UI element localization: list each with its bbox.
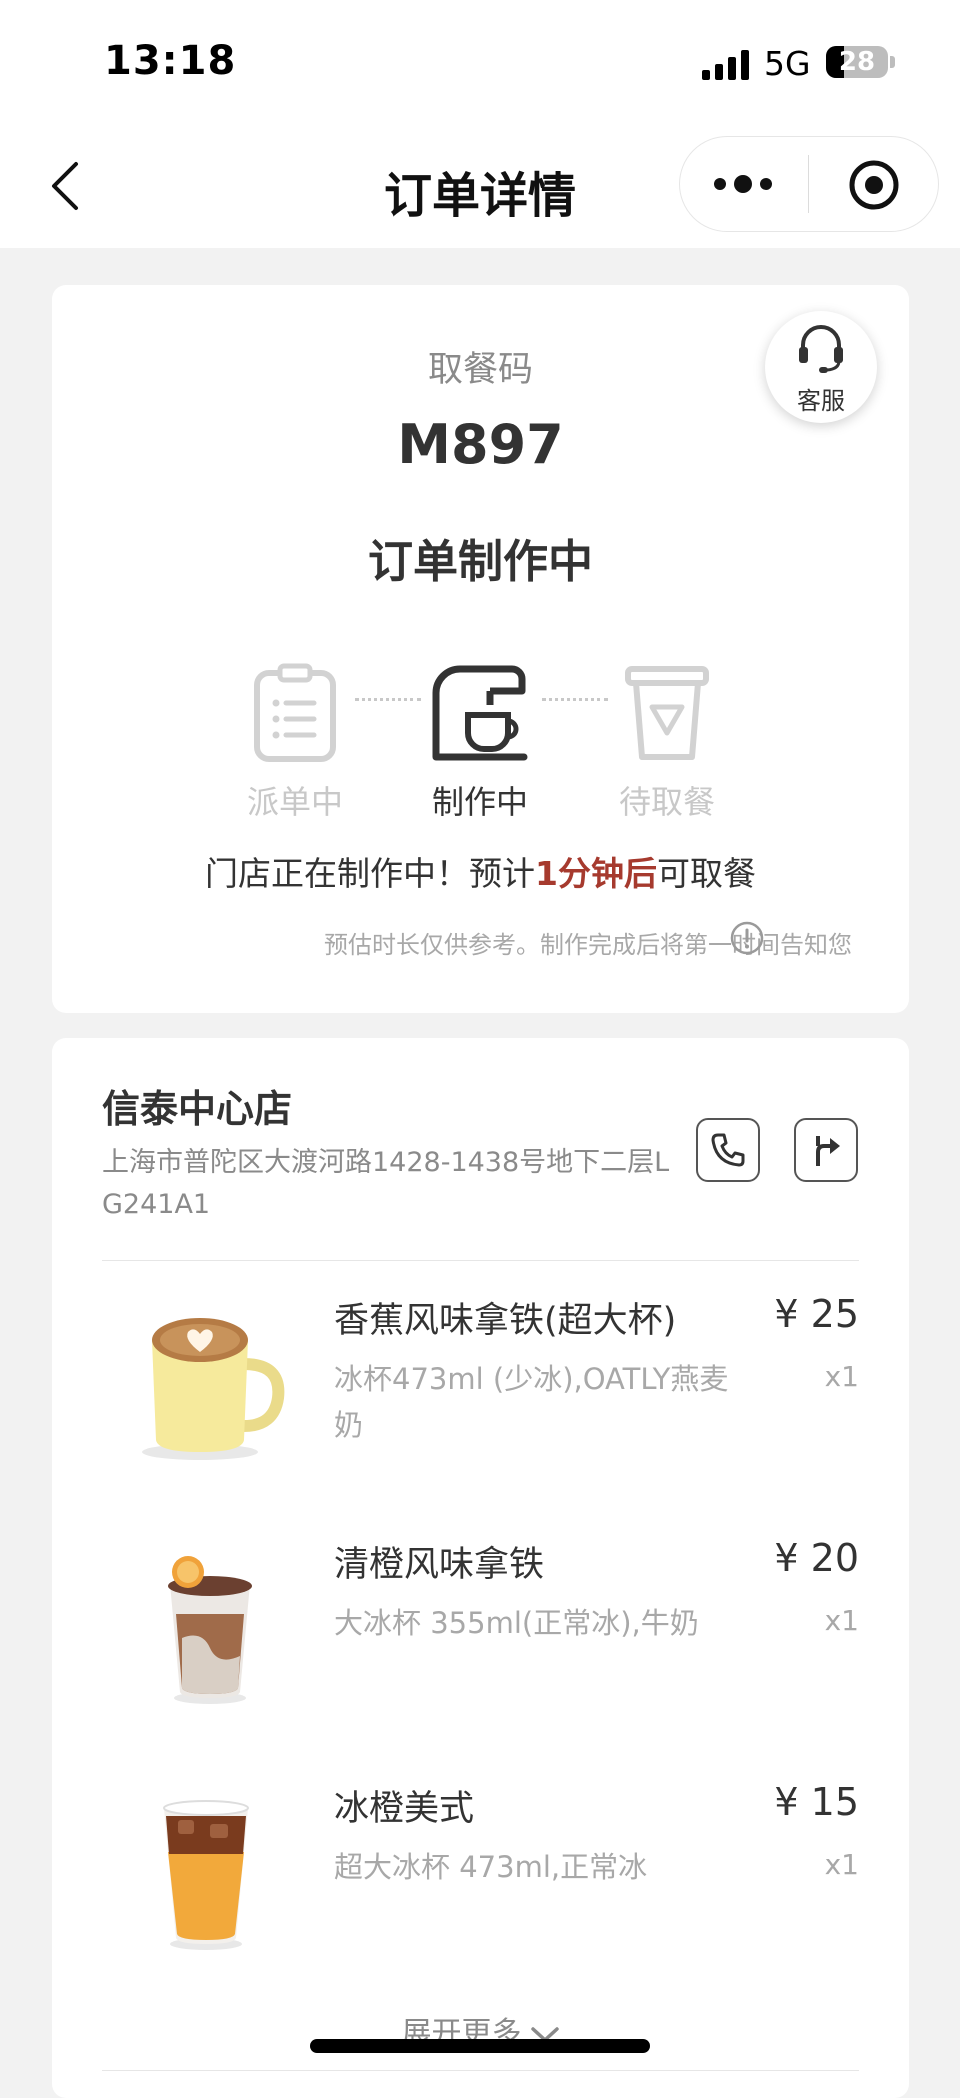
order-status: 订单制作中 (367, 535, 593, 588)
item-price: ¥ 25 (774, 1292, 859, 1336)
step-ready-pickup: 待取餐 (618, 783, 715, 821)
step-making: 制作中 (431, 783, 528, 821)
eta-highlight: 1分钟后 (535, 854, 657, 893)
pickup-code: M897 (397, 413, 564, 476)
info-icon[interactable] (730, 921, 764, 955)
order-items-card: 信泰中心店 上海市普陀区大渡河路1428-1438号地下二层LG241A1 香蕉… (52, 1038, 909, 2098)
step-dispatching: 派单中 (246, 783, 343, 821)
list-item[interactable]: 香蕉风味拿铁(超大杯) 冰杯473ml (少冰),OATLY燕麦奶 ¥ 25 x… (52, 1274, 909, 1514)
progress-message: 门店正在制作中！预计1分钟后可取餐 (205, 854, 756, 893)
store-address: 上海市普陀区大渡河路1428-1438号地下二层LG241A1 (102, 1147, 670, 1220)
clipboard-list-icon (254, 663, 336, 762)
target-circle-icon[interactable] (848, 159, 900, 211)
item-price: ¥ 15 (774, 1780, 859, 1824)
list-item[interactable]: 清橙风味拿铁 大冰杯 355ml(正常冰),牛奶 ¥ 20 x1 (52, 1518, 909, 1758)
battery-icon: 28 (826, 46, 888, 78)
orange-americano-image (163, 1800, 249, 1950)
item-qty: x1 (824, 1604, 859, 1637)
network-type: 5G (764, 44, 811, 83)
headset-icon (799, 325, 843, 373)
orange-latte-image (168, 1556, 252, 1704)
item-qty: x1 (824, 1848, 859, 1881)
item-spec: 冰杯473ml (少冰),OATLY燕麦奶 (334, 1362, 729, 1442)
navigate-store-button[interactable] (794, 1118, 858, 1182)
status-time: 13:18 (104, 38, 237, 84)
status-bar: 13:18 5G 28 (0, 0, 960, 128)
item-spec: 超大冰杯 473ml,正常冰 (334, 1850, 648, 1884)
customer-service-label: 客服 (797, 387, 845, 415)
item-name: 冰橙美式 (334, 1789, 475, 1829)
phone-icon (711, 1133, 745, 1167)
store-name: 信泰中心店 (102, 1087, 293, 1131)
item-name: 清橙风味拿铁 (334, 1545, 545, 1585)
item-qty: x1 (824, 1360, 859, 1393)
navigation-arrow-icon (816, 1136, 840, 1166)
mini-program-capsule (679, 136, 939, 232)
nav-bar: 订单详情 (0, 128, 960, 248)
list-item[interactable]: 冰橙美式 超大冰杯 473ml,正常冰 ¥ 15 x1 (52, 1762, 909, 2002)
coffee-machine-icon (432, 665, 528, 761)
pickup-card: 取餐码 M897 订单制作中 客服 派单中 制作中 待取餐 门店正在制作中！预计… (52, 285, 909, 1013)
item-name: 香蕉风味拿铁(超大杯) (334, 1301, 677, 1341)
call-store-button[interactable] (696, 1118, 760, 1182)
battery-level: 28 (838, 47, 876, 77)
item-spec: 大冰杯 355ml(正常冰),牛奶 (334, 1606, 699, 1640)
more-dots-icon[interactable] (710, 167, 776, 201)
customer-service-button[interactable]: 客服 (765, 311, 877, 423)
banana-latte-image (142, 1318, 285, 1460)
signal-icon (702, 50, 749, 80)
item-price: ¥ 20 (774, 1536, 859, 1580)
takeaway-cup-icon (625, 666, 709, 760)
home-indicator[interactable] (310, 2039, 650, 2053)
